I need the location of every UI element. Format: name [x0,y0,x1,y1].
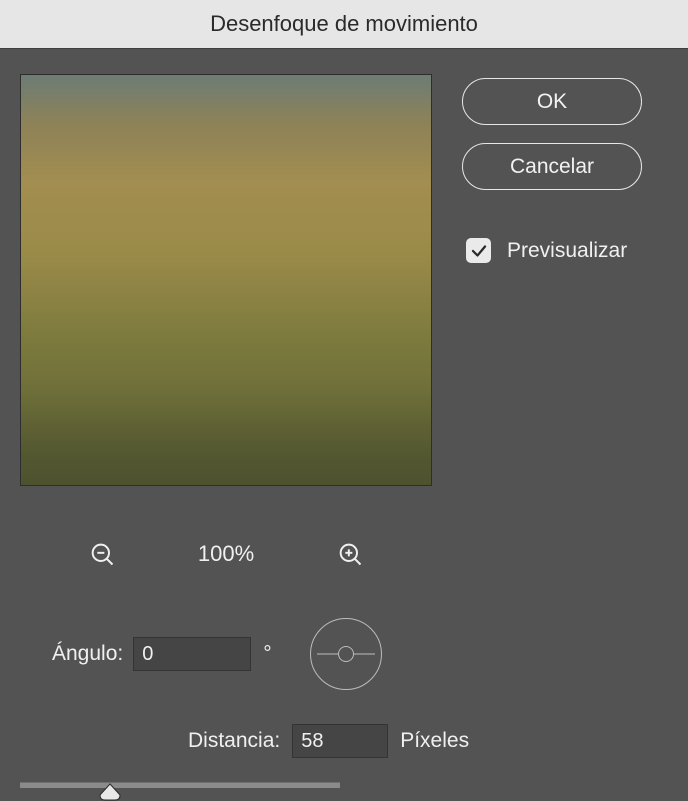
ok-button[interactable]: OK [462,78,642,125]
slider-thumb-icon[interactable] [98,783,122,801]
dialog-titlebar: Desenfoque de movimiento [0,0,688,48]
angle-row: Ángulo: ° [52,618,382,690]
preview-image [21,75,431,485]
angle-input[interactable] [133,637,251,671]
distance-row: Distancia: Píxeles [188,724,469,758]
slider-track [20,782,340,788]
preview-checkbox-label: Previsualizar [507,239,627,263]
dialog-title: Desenfoque de movimiento [210,11,478,37]
dialog-content: 100% OK Cancelar Previsualizar Ángulo: ° [0,48,688,768]
angle-unit: ° [263,642,271,666]
distance-label: Distancia: [188,729,280,753]
preview-checkbox-row: Previsualizar [466,238,627,263]
zoom-controls: 100% [20,540,432,568]
distance-input[interactable] [292,724,388,758]
check-icon [470,242,488,260]
angle-label: Ángulo: [52,642,123,666]
right-pane: OK Cancelar Previsualizar [462,78,672,263]
distance-unit: Píxeles [400,729,469,753]
preview-checkbox[interactable] [466,238,491,263]
zoom-level: 100% [186,541,266,567]
zoom-in-icon[interactable] [336,540,364,568]
angle-dial-icon[interactable] [310,618,382,690]
distance-slider[interactable] [20,774,340,796]
zoom-out-icon[interactable] [88,540,116,568]
preview-area[interactable] [20,74,432,486]
cancel-button[interactable]: Cancelar [462,143,642,190]
